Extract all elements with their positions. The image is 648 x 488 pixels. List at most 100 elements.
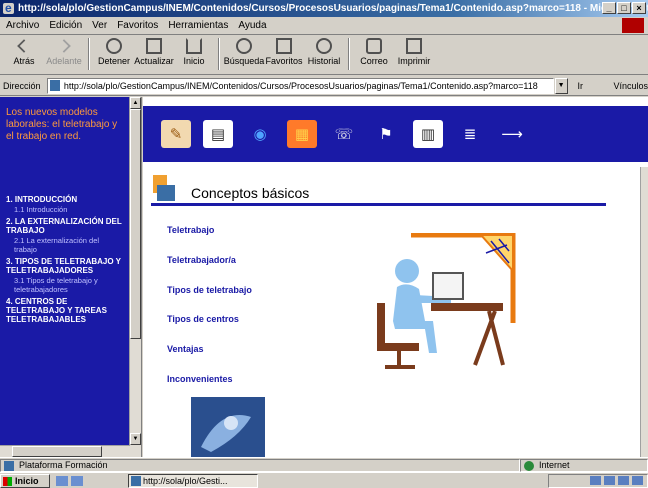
toolbar-separator xyxy=(348,38,350,70)
link-tipos-de-centros[interactable]: Tipos de centros xyxy=(167,314,252,344)
flag-icon[interactable]: ⚑ xyxy=(371,120,401,148)
nav-section[interactable]: 3. Tipos de teletrabajo y teletrabajador… xyxy=(6,257,124,275)
desk-legs xyxy=(473,310,505,366)
maximize-icon[interactable]: □ xyxy=(617,2,631,14)
windows-flag-icon xyxy=(622,18,644,33)
refresh-icon xyxy=(146,38,162,54)
close-icon[interactable]: × xyxy=(632,2,646,14)
minimize-icon[interactable]: _ xyxy=(602,2,616,14)
task-label: http://sola/plo/Gesti... xyxy=(143,475,228,486)
home-button[interactable]: Inicio xyxy=(174,35,214,73)
search-label: Búsqueda xyxy=(223,56,265,66)
forward-button[interactable]: Adelante xyxy=(44,35,84,73)
search-icon xyxy=(236,38,252,54)
quick-launch-ie-icon[interactable] xyxy=(56,475,68,486)
scroll-down-icon[interactable]: ▼ xyxy=(130,433,141,445)
taskbar-ie-window[interactable]: http://sola/plo/Gesti... xyxy=(128,473,258,488)
link-teletrabajo[interactable]: Teletrabajo xyxy=(167,225,252,255)
nav-section[interactable]: 2. La externalización del trabajo xyxy=(6,217,124,235)
back-label: Atrás xyxy=(13,56,35,66)
link-teletrabajador[interactable]: Teletrabajador/a xyxy=(167,255,252,285)
window-title-bar[interactable]: http://sola/plo/GestionCampus/INEM/Conte… xyxy=(0,0,648,17)
window-title: http://sola/plo/GestionCampus/INEM/Conte… xyxy=(18,3,648,14)
concept-links: Teletrabajo Teletrabajador/a Tipos de te… xyxy=(167,225,252,404)
refresh-label: Actualizar xyxy=(134,56,174,66)
address-url: http://sola/plo/GestionCampus/INEM/Conte… xyxy=(63,80,538,91)
windows-logo-icon xyxy=(3,476,12,486)
start-label: Inicio xyxy=(15,475,39,486)
link-ventajas[interactable]: Ventajas xyxy=(167,344,252,374)
globe-icon[interactable]: ◉ xyxy=(245,120,275,148)
scrollbar-thumb[interactable] xyxy=(130,109,141,339)
chair-base xyxy=(385,351,415,369)
back-arrow-icon xyxy=(17,39,31,53)
search-button[interactable]: Búsqueda xyxy=(224,35,264,73)
sidebar-vertical-scrollbar[interactable]: ▲ ▼ xyxy=(129,97,141,457)
links-button[interactable]: Vínculos xyxy=(613,81,648,91)
nav-subsection[interactable]: 3.1 Tipos de teletrabajo y teletrabajado… xyxy=(6,276,124,294)
back-button[interactable]: Atrás xyxy=(4,35,44,73)
standard-toolbar: Atrás Adelante Detener Actualizar Inicio… xyxy=(0,35,648,75)
quick-launch xyxy=(56,474,116,488)
address-bar: Dirección http://sola/plo/GestionCampus/… xyxy=(0,76,648,96)
tray-icon[interactable] xyxy=(632,476,643,485)
left-navigation-frame: Los nuevos modelos laborales: el teletra… xyxy=(0,97,142,457)
photo-image xyxy=(191,397,265,457)
menu-edicion[interactable]: Edición xyxy=(49,20,82,31)
quick-launch-desktop-icon[interactable] xyxy=(71,475,83,486)
photo-thumbnail xyxy=(191,397,265,457)
tools-icon[interactable]: ✎ xyxy=(161,120,191,148)
stop-button[interactable]: Detener xyxy=(94,35,134,73)
window-controls: _ □ × xyxy=(602,2,646,14)
menu-ver[interactable]: Ver xyxy=(92,20,107,31)
ie-logo-icon xyxy=(3,0,14,17)
scrollbar-thumb[interactable] xyxy=(12,446,102,457)
menu-favoritos[interactable]: Favoritos xyxy=(117,20,158,31)
map-icon[interactable]: ▦ xyxy=(287,120,317,148)
link-tipos-de-teletrabajo[interactable]: Tipos de teletrabajo xyxy=(167,285,252,315)
menu-herramientas[interactable]: Herramientas xyxy=(168,20,228,31)
mail-button[interactable]: Correo xyxy=(354,35,394,73)
stop-label: Detener xyxy=(97,56,131,66)
notepad-icon[interactable]: ▤ xyxy=(203,120,233,148)
favorites-button[interactable]: Favoritos xyxy=(264,35,304,73)
tray-icon[interactable] xyxy=(604,476,615,485)
menu-archivo[interactable]: Archivo xyxy=(6,20,39,31)
go-button[interactable]: Ir xyxy=(578,81,608,91)
icon-frame: ✎ ▤ ◉ ▦ ☏ ⚑ ▥ ≣ ⟶ xyxy=(143,97,648,167)
nav-subsection[interactable]: 2.1 La externalización del trabajo xyxy=(6,236,124,254)
menu-ayuda[interactable]: Ayuda xyxy=(238,20,266,31)
tray-icon[interactable] xyxy=(590,476,601,485)
start-button[interactable]: Inicio xyxy=(0,473,50,488)
address-input[interactable]: http://sola/plo/GestionCampus/INEM/Conte… xyxy=(46,77,554,94)
windows-taskbar: Inicio http://sola/plo/Gesti... xyxy=(0,472,648,488)
laptop-screen xyxy=(432,272,464,300)
sidebar-horizontal-scrollbar[interactable] xyxy=(0,445,130,457)
book-icon[interactable]: ▥ xyxy=(413,120,443,148)
nav-section[interactable]: 1. Introducción xyxy=(6,195,124,204)
web-corner xyxy=(478,234,514,274)
course-icon-bar: ✎ ▤ ◉ ▦ ☏ ⚑ ▥ ≣ ⟶ xyxy=(143,106,648,162)
menu-bar: Archivo Edición Ver Favoritos Herramient… xyxy=(0,17,648,35)
heading-row: Conceptos básicos xyxy=(151,173,309,203)
tray-icon[interactable] xyxy=(618,476,629,485)
folder-icon xyxy=(151,173,177,203)
nav-subsection[interactable]: 1.1 Introducción xyxy=(6,205,124,214)
history-label: Historial xyxy=(307,56,341,66)
history-button[interactable]: Historial xyxy=(304,35,344,73)
chat-icon[interactable]: ☏ xyxy=(329,120,359,148)
zone-text: Internet xyxy=(539,459,570,470)
nav-section[interactable]: 4. Centros de teletrabajo y tareas telet… xyxy=(6,297,124,324)
scroll-up-icon[interactable]: ▲ xyxy=(130,97,141,109)
address-dropdown-icon[interactable]: ▼ xyxy=(554,77,568,94)
content-frame: Conceptos básicos Teletrabajo Teletrabaj… xyxy=(143,167,640,457)
favorites-label: Favoritos xyxy=(265,56,303,66)
status-text-pane: Plataforma Formación xyxy=(0,458,520,472)
refresh-button[interactable]: Actualizar xyxy=(134,35,174,73)
forward-arrow-icon xyxy=(57,39,71,53)
print-button[interactable]: Imprimir xyxy=(394,35,434,73)
toolbar-separator xyxy=(218,38,220,70)
content-vertical-scrollbar[interactable] xyxy=(640,167,648,457)
notes-icon[interactable]: ≣ xyxy=(455,120,485,148)
arrow-icon[interactable]: ⟶ xyxy=(497,120,527,148)
